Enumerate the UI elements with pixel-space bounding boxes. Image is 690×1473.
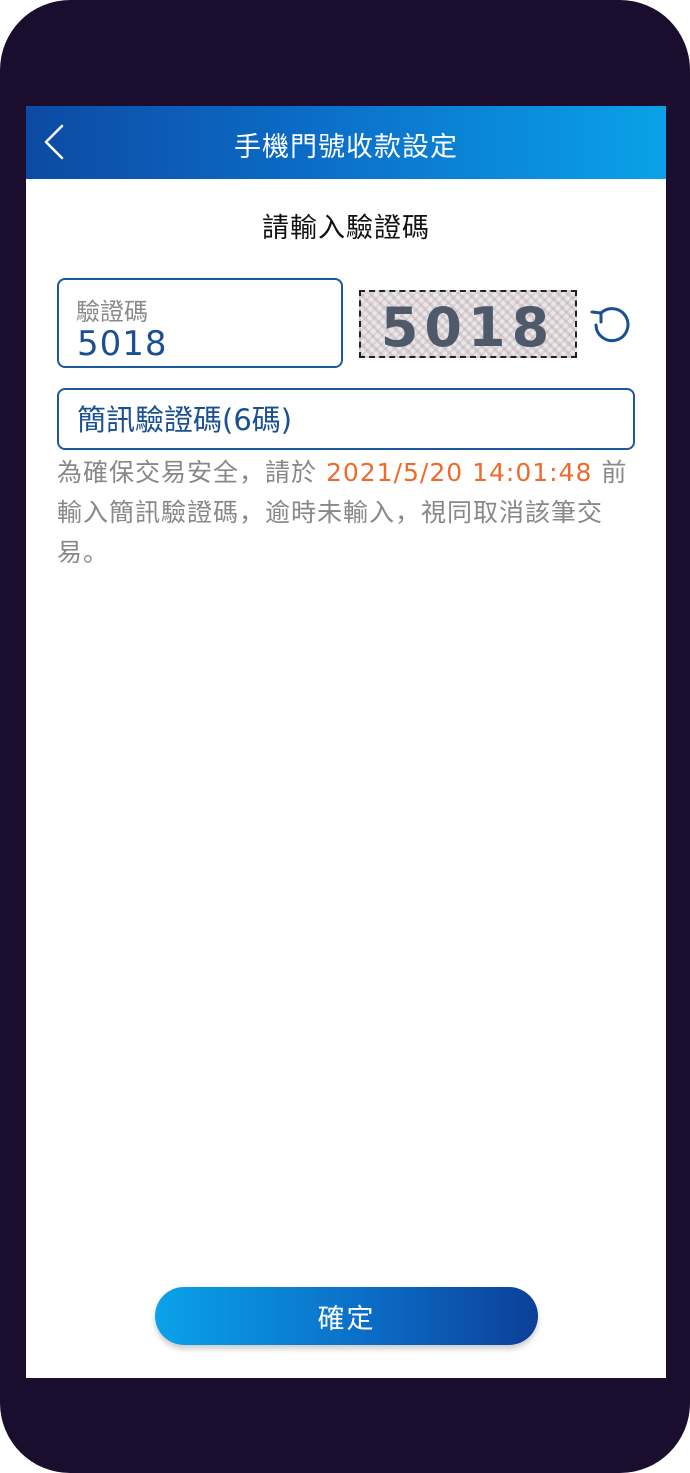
sms-deadline-notice: 為確保交易安全，請於 2021/5/20 14:01:48 前輸入簡訊驗證碼，逾… [57, 453, 637, 573]
captcha-refresh-button[interactable] [588, 303, 638, 347]
captcha-field-label: 驗證碼 [76, 298, 148, 326]
refresh-icon [590, 307, 630, 343]
app-screen: 手機門號收款設定 請輸入驗證碼 驗證碼 5018 5018 為確保交易安全，請於… [26, 106, 666, 1378]
sms-code-field[interactable] [57, 388, 635, 450]
notice-deadline: 2021/5/20 14:01:48 [325, 458, 593, 487]
notice-prefix: 為確保交易安全，請於 [57, 458, 326, 487]
captcha-field-value: 5018 [77, 324, 168, 364]
captcha-input-field[interactable]: 驗證碼 5018 [57, 278, 343, 368]
captcha-image-text: 5018 [380, 296, 556, 358]
top-nav-bar: 手機門號收款設定 [26, 106, 666, 179]
captcha-image: 5018 [359, 290, 577, 358]
confirm-button[interactable]: 確定 [155, 1287, 538, 1345]
sms-code-input[interactable] [75, 399, 619, 441]
page-title: 請輸入驗證碼 [262, 213, 430, 244]
device-frame: 手機門號收款設定 請輸入驗證碼 驗證碼 5018 5018 為確保交易安全，請於… [0, 0, 690, 1473]
nav-title: 手機門號收款設定 [234, 132, 458, 163]
